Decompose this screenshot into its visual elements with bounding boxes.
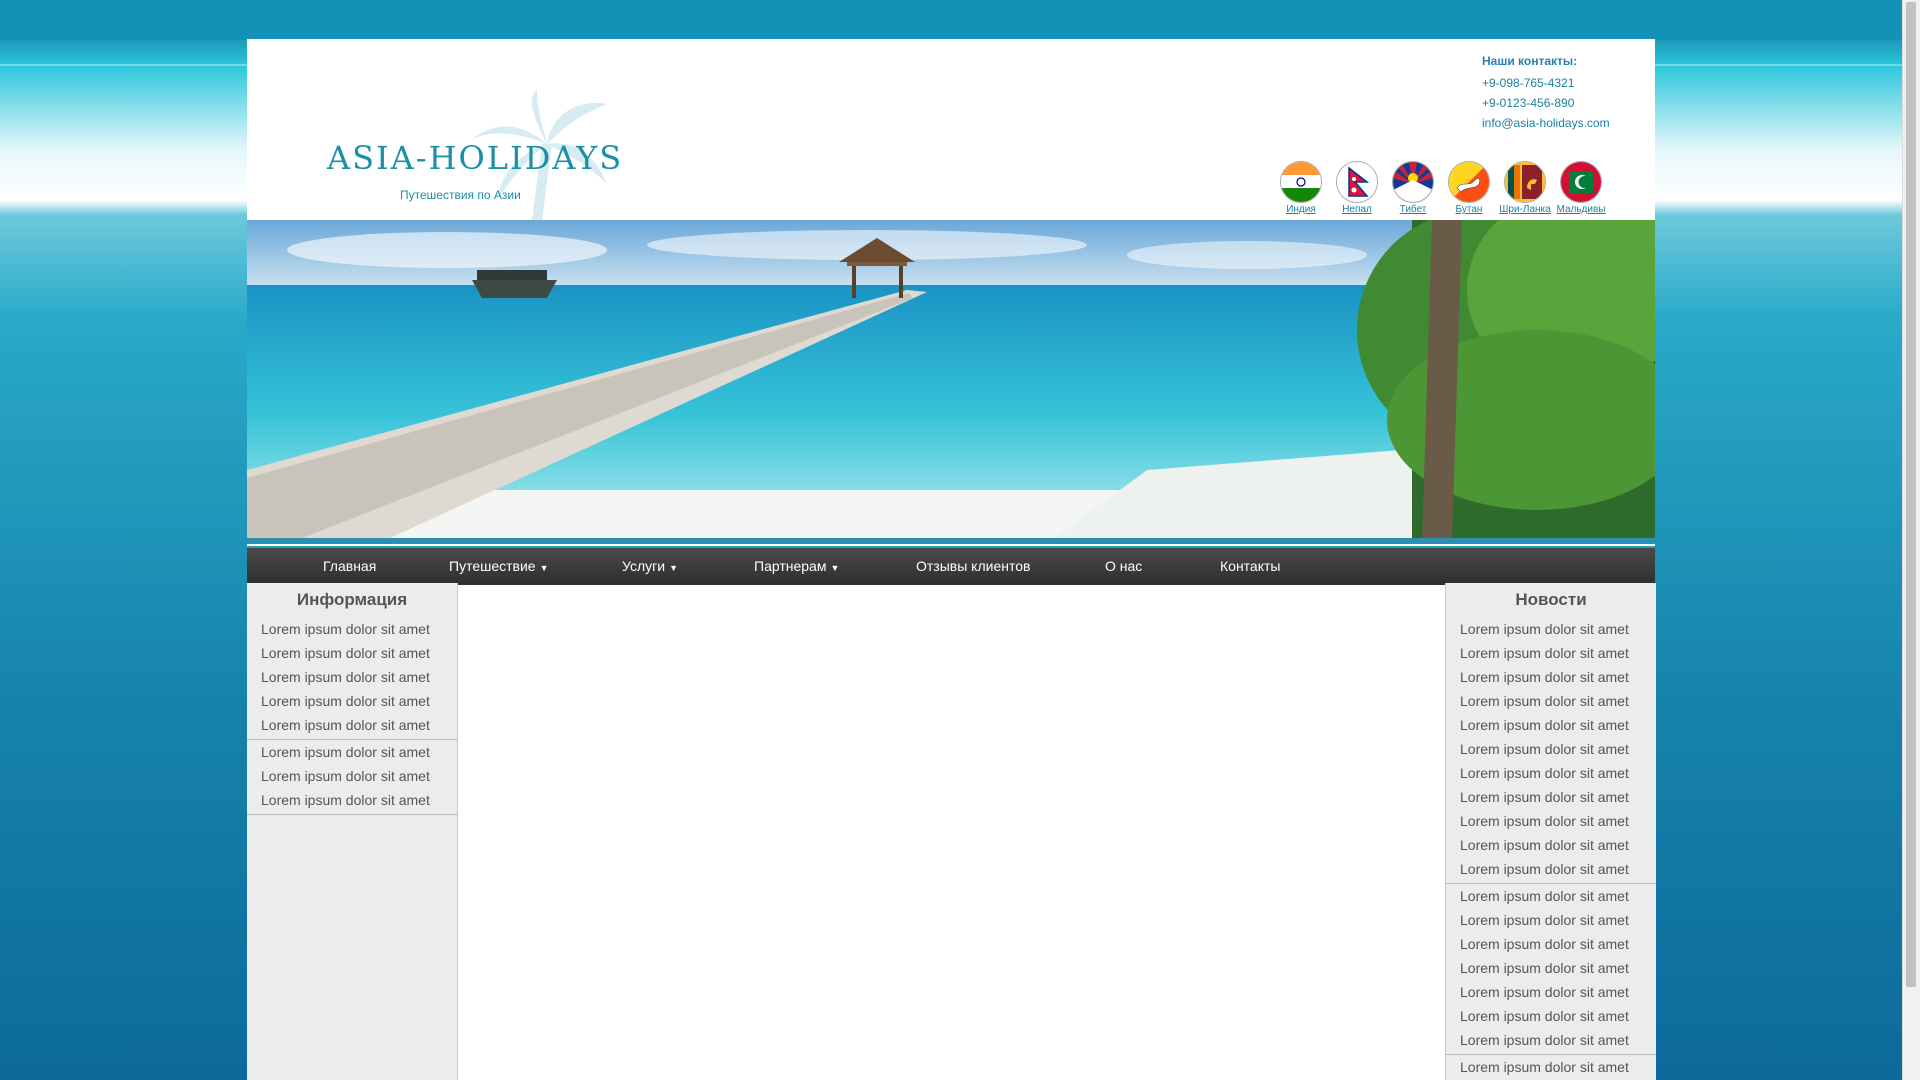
info-sidebar: Информация Lorem ipsum dolor sit amet Lo… (247, 583, 458, 1080)
contacts-title: Наши контакты: (1482, 54, 1578, 68)
news-link[interactable]: Lorem ipsum dolor sit amet (1446, 641, 1656, 665)
email[interactable]: info@asia-holidays.com (1482, 113, 1642, 133)
news-link[interactable]: Lorem ipsum dolor sit amet (1446, 980, 1656, 1004)
news-link[interactable]: Lorem ipsum dolor sit amet (1446, 1028, 1656, 1052)
news-link[interactable]: Lorem ipsum dolor sit amet (1446, 1055, 1656, 1079)
sidebar-link[interactable]: Lorem ipsum dolor sit amet (247, 713, 457, 737)
flag-link-sri-lanka[interactable]: Шри-Ланка (1495, 161, 1555, 215)
news-link[interactable]: Lorem ipsum dolor sit amet (1446, 761, 1656, 785)
news-link[interactable]: Lorem ipsum dolor sit amet (1446, 956, 1656, 980)
sidebar-link[interactable]: Lorem ipsum dolor sit amet (247, 740, 457, 764)
header: ASIA-HOLIDAYS Путешествия по Азии Наши к… (247, 39, 1655, 259)
news-link[interactable]: Lorem ipsum dolor sit amet (1446, 1004, 1656, 1028)
link-group: Lorem ipsum dolor sit amet Lorem ipsum d… (247, 617, 457, 740)
news-link[interactable]: Lorem ipsum dolor sit amet (1446, 617, 1656, 641)
nav-item-label: Отзывы клиентов (916, 558, 1031, 574)
scrollbar-thumb[interactable] (1906, 2, 1916, 987)
news-group: Lorem ipsum dolor sit amet Lorem ipsum d… (1446, 884, 1656, 1055)
scrollbar[interactable] (1902, 0, 1920, 1080)
contacts-block: Наши контакты: +9-098-765-4321 +9-0123-4… (1482, 54, 1642, 133)
news-link[interactable]: Lorem ipsum dolor sit amet (1446, 857, 1656, 881)
maldives-flag-icon (1560, 161, 1602, 203)
nav-item-travel[interactable]: Путешествие ▼ (449, 548, 549, 585)
nav-item-about[interactable]: О нас (1105, 548, 1142, 585)
nav-item-partners[interactable]: Партнерам ▼ (754, 548, 839, 585)
news-sidebar: Новости Lorem ipsum dolor sit amet Lorem… (1445, 583, 1656, 1080)
flag-link-bhutan[interactable]: Бутан (1439, 161, 1499, 215)
main-nav: Главная Путешествие ▼ Услуги ▼ Партнерам ▼ … (247, 546, 1655, 585)
dropdown-arrow-icon: ▼ (669, 563, 678, 573)
sidebar-title: Новости (1515, 590, 1587, 609)
flag-label: Индия (1286, 204, 1316, 215)
logo-text: ASIA-HOLIDAYS (327, 139, 624, 177)
dropdown-arrow-icon: ▼ (830, 563, 840, 573)
sidebar-link[interactable]: Lorem ipsum dolor sit amet (247, 641, 457, 665)
phone-2: +9-0123-456-890 (1482, 96, 1575, 110)
tibet-flag-icon (1392, 161, 1434, 203)
page-container: ASIA-HOLIDAYS Путешествия по Азии Наши к… (247, 39, 1656, 1080)
flag-label: Шри-Ланка (1499, 204, 1551, 215)
sri-lanka-flag-icon (1504, 161, 1546, 203)
news-link[interactable]: Lorem ipsum dolor sit amet (1446, 713, 1656, 737)
flag-label: Тибет (1399, 204, 1427, 215)
sidebar-link[interactable]: Lorem ipsum dolor sit amet (247, 665, 457, 689)
top-strip (0, 0, 1920, 38)
news-link[interactable]: Lorem ipsum dolor sit amet (1446, 932, 1656, 956)
flag-label: Мальдивы (1556, 204, 1606, 215)
dropdown-arrow-icon: ▼ (539, 563, 549, 573)
nepal-flag-icon (1336, 161, 1378, 203)
news-group: Lorem ipsum dolor sit amet Lorem ipsum d… (1446, 617, 1656, 884)
bhutan-flag-icon (1448, 161, 1490, 203)
link-group: Lorem ipsum dolor sit amet Lorem ipsum d… (247, 740, 457, 815)
flag-link-tibet[interactable]: Тибет (1383, 161, 1443, 215)
news-link[interactable]: Lorem ipsum dolor sit amet (1446, 785, 1656, 809)
flag-link-maldives[interactable]: Мальдивы (1551, 161, 1611, 215)
hero-banner-image (247, 220, 1655, 544)
news-link[interactable]: Lorem ipsum dolor sit amet (1446, 737, 1656, 761)
phone-1: +9-098-765-4321 (1482, 76, 1575, 90)
flag-link-india[interactable]: Индия (1271, 161, 1331, 215)
sidebar-title: Информация (296, 590, 408, 609)
sidebar-link[interactable]: Lorem ipsum dolor sit amet (247, 617, 457, 641)
news-group: Lorem ipsum dolor sit amet (1446, 1055, 1656, 1079)
nav-item-reviews[interactable]: Отзывы клиентов (916, 548, 1030, 585)
nav-item-label: Контакты (1220, 558, 1281, 574)
logo-subtitle: Путешествия по Азии (400, 188, 521, 202)
news-link[interactable]: Lorem ipsum dolor sit amet (1446, 884, 1656, 908)
sidebar-link[interactable]: Lorem ipsum dolor sit amet (247, 764, 457, 788)
india-flag-icon (1280, 161, 1322, 203)
sidebar-link[interactable]: Lorem ipsum dolor sit amet (247, 788, 457, 812)
nav-item-label: Партнерам (754, 558, 827, 574)
flag-label: Непал (1342, 204, 1372, 215)
news-link[interactable]: Lorem ipsum dolor sit amet (1446, 689, 1656, 713)
nav-item-services[interactable]: Услуги ▼ (622, 548, 678, 585)
news-link[interactable]: Lorem ipsum dolor sit amet (1446, 809, 1656, 833)
nav-item-home[interactable]: Главная (323, 548, 376, 585)
nav-item-label: Главная (323, 558, 377, 574)
flag-label: Бутан (1455, 204, 1483, 215)
nav-item-label: Услуги (622, 558, 666, 574)
news-link[interactable]: Lorem ipsum dolor sit amet (1446, 665, 1656, 689)
flag-link-nepal[interactable]: Непал (1327, 161, 1387, 215)
sidebar-link[interactable]: Lorem ipsum dolor sit amet (247, 689, 457, 713)
nav-item-contacts[interactable]: Контакты (1220, 548, 1280, 585)
nav-item-label: О нас (1105, 558, 1143, 574)
news-link[interactable]: Lorem ipsum dolor sit amet (1446, 833, 1656, 857)
nav-item-label: Путешествие (449, 558, 536, 574)
news-link[interactable]: Lorem ipsum dolor sit amet (1446, 908, 1656, 932)
